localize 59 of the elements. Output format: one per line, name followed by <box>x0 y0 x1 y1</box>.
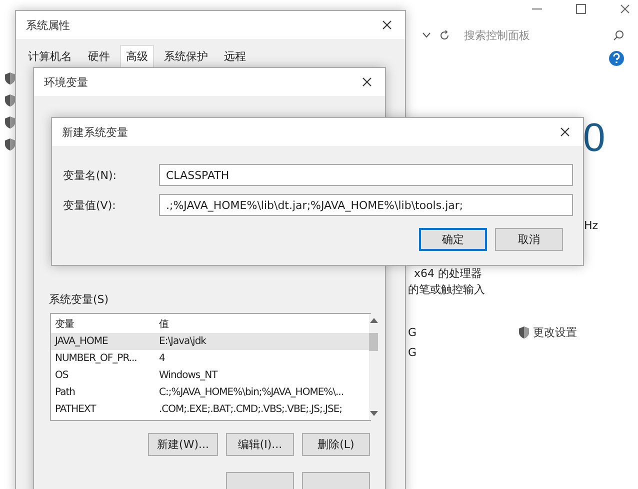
label-text: x64 的处理器 <box>414 267 482 280</box>
help-icon[interactable] <box>609 51 624 66</box>
label-text: G <box>408 326 417 339</box>
table-cell-text: OS <box>54 368 70 382</box>
close-icon <box>362 77 372 87</box>
table-cell-text: C:;%JAVA_HOME%\bin;%JAVA_HOME%\... <box>158 386 345 400</box>
dialog-title: 新建系统变量 <box>62 124 128 140</box>
shield-icon <box>4 94 16 107</box>
table-cell-text: 4 <box>158 352 166 366</box>
shield-icon <box>4 72 16 85</box>
maximize-icon[interactable] <box>576 4 586 14</box>
tab[interactable]: 高级 <box>120 45 154 67</box>
search-icon <box>613 30 624 40</box>
table-cell-text: .COM;.EXE;.BAT;.CMD;.VBS;.VBE;.JS;.JSE; <box>158 402 343 416</box>
action-button[interactable]: 编辑(I)... <box>226 433 294 456</box>
large-number-text: 0 <box>583 116 606 160</box>
column-header: 值 <box>158 318 170 332</box>
close-icon[interactable] <box>620 4 630 14</box>
table-cell-text: E:\Java\jdk <box>158 334 208 348</box>
refresh-icon[interactable] <box>439 30 450 40</box>
dialog-button[interactable]: 确定 <box>419 228 487 251</box>
field-label: 变量值(V): <box>63 198 117 212</box>
list-row[interactable]: OS Windows_NT <box>51 367 369 384</box>
list-row[interactable]: NUMBER_OF_PR... 4 <box>51 350 369 367</box>
input-field[interactable]: CLASSPATH <box>159 164 573 186</box>
action-button[interactable]: 新建(W)... <box>148 433 218 456</box>
change-settings-link[interactable]: 更改设置 <box>533 325 577 340</box>
tab[interactable]: 硬件 <box>82 45 116 67</box>
field-label: 变量名(N): <box>63 168 118 182</box>
table-cell-text: Path <box>54 386 76 400</box>
tab[interactable]: 远程 <box>218 45 252 67</box>
list-row[interactable]: Path C:;%JAVA_HOME%\bin;%JAVA_HOME%\... <box>51 384 369 401</box>
label-text: 的笔或触控输入 <box>408 283 485 296</box>
column-header: 变量 <box>54 318 75 332</box>
shield-icon <box>518 326 530 339</box>
close-icon <box>382 20 392 30</box>
table-cell-text: JAVA_HOME <box>54 334 109 348</box>
list-row[interactable]: JAVA_HOME E:\Java\jdk <box>51 333 369 350</box>
window-title: 系统属性 <box>26 18 70 32</box>
scroll-down-icon[interactable] <box>370 411 378 416</box>
table-cell-text: NUMBER_OF_PR... <box>54 352 138 366</box>
label-text: Hz <box>584 219 598 232</box>
shield-icon <box>4 138 16 151</box>
chevron-down-icon[interactable] <box>422 32 431 38</box>
table-cell-text: Windows_NT <box>158 368 219 382</box>
tab[interactable]: 系统保护 <box>158 45 214 67</box>
close-icon <box>560 127 570 137</box>
shield-icon <box>4 116 16 129</box>
tab[interactable]: 计算机名 <box>22 45 78 67</box>
scroll-thumb[interactable] <box>369 333 378 351</box>
table-cell-text: PATHEXT <box>54 402 98 416</box>
list-row[interactable]: PATHEXT .COM;.EXE;.BAT;.CMD;.VBS;.VBE;.JS;.JSE; <box>51 401 369 418</box>
dialog-button[interactable]: 取消 <box>495 228 563 251</box>
label-text: G <box>408 346 417 359</box>
action-button[interactable]: 删除(L) <box>302 433 370 456</box>
window-title: 环境变量 <box>44 74 88 90</box>
section-label: 系统变量(S) <box>49 293 109 306</box>
scroll-up-icon[interactable] <box>370 318 378 323</box>
input-field[interactable]: .;%JAVA_HOME%\lib\dt.jar;%JAVA_HOME%\lib\tools.jar; <box>159 194 573 216</box>
